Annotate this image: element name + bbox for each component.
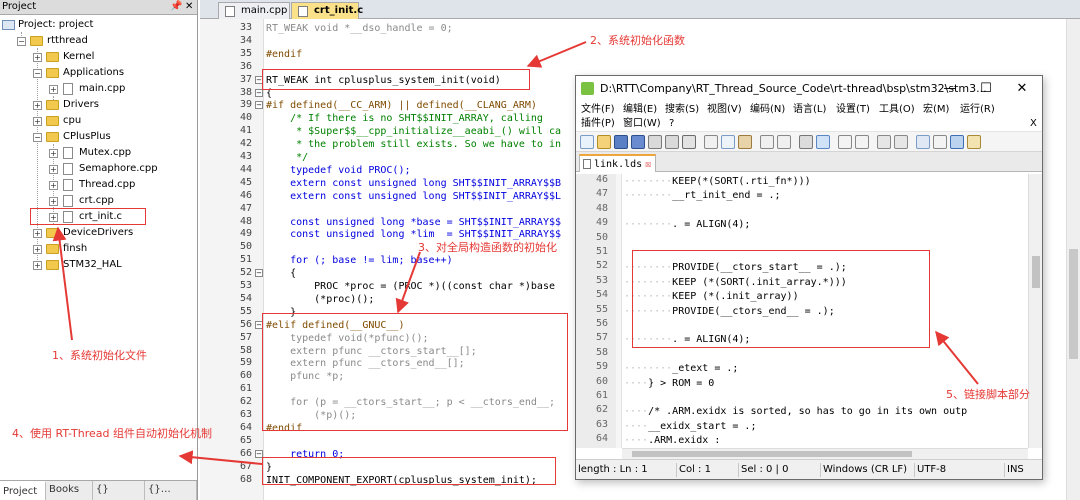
arrow-3 — [395, 251, 421, 314]
annotation-2: 2、系统初始化函数 — [590, 34, 685, 47]
annotation-1: 1、系统初始化文件 — [52, 349, 147, 362]
annotation-5: 5、链接脚本部分 — [946, 388, 1030, 401]
arrow-1 — [52, 226, 73, 341]
arrow-2 — [526, 41, 587, 68]
arrow-5 — [935, 330, 979, 385]
annotation-4: 4、使用 RT-Thread 组件自动初始化机制 — [12, 427, 212, 440]
annotation-3: 3、对全局构造函数的初始化 — [418, 241, 557, 254]
arrow-4 — [178, 450, 263, 465]
